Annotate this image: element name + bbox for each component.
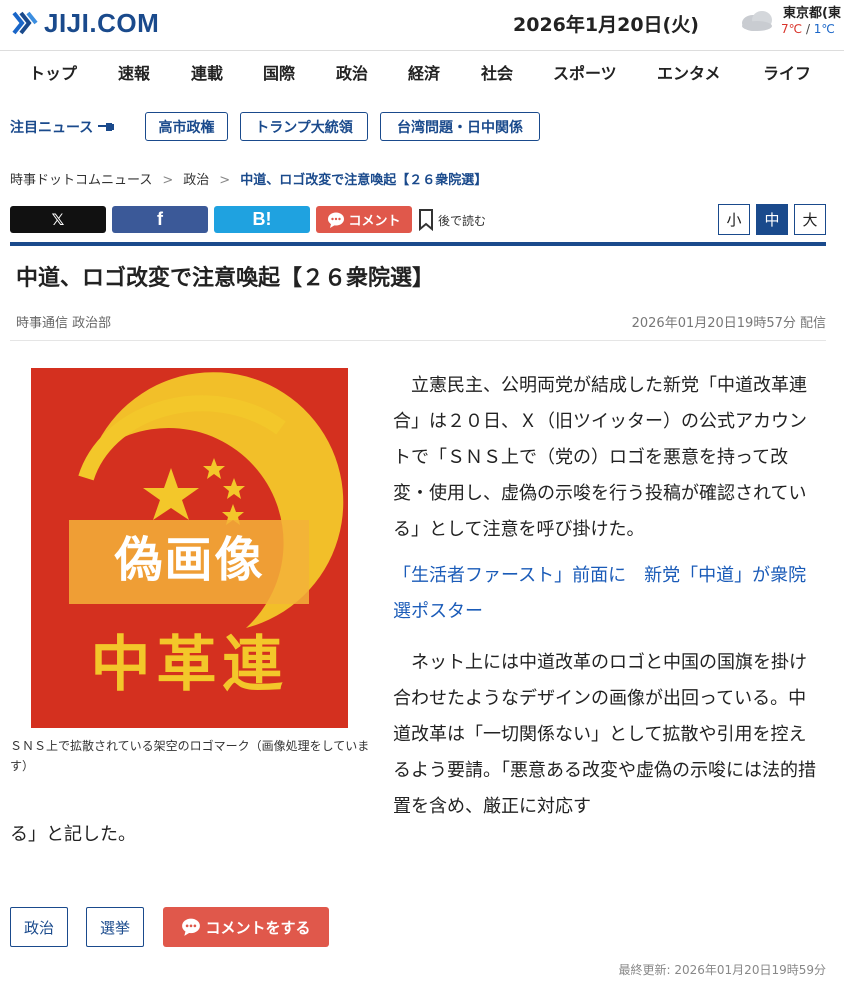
font-size-medium-button[interactable]: 中 xyxy=(756,204,788,235)
weather-city[interactable]: 東京都(東 xyxy=(783,2,841,21)
breadcrumb-home[interactable]: 時事ドットコムニュース xyxy=(10,173,152,188)
last-updated: 最終更新: 2026年01月20日19時59分 xyxy=(618,963,826,977)
jiji-logo-icon xyxy=(10,9,40,37)
read-later-label: 後で読む xyxy=(438,213,487,228)
nav-economy[interactable]: 経済 xyxy=(408,60,440,84)
site-logo[interactable]: JIJI.COM xyxy=(10,8,159,38)
article-paragraph-2: ネット上には中道改革のロゴと中国の国旗を掛け合わせたようなデザインの画像が出回っ… xyxy=(393,652,816,817)
article-published: 2026年01月20日19時57分 配信 xyxy=(631,316,826,331)
share-hatena-button[interactable]: B! xyxy=(214,206,310,233)
temp-low: 1℃ xyxy=(813,22,835,36)
header-divider xyxy=(10,242,826,246)
post-comment-label: コメントをする xyxy=(205,918,311,937)
post-comment-button[interactable]: コメントをする xyxy=(163,907,329,947)
article-photo[interactable]: 偽画像 中革連 xyxy=(31,368,348,728)
temp-separator: / xyxy=(802,22,814,36)
hatena-icon: B! xyxy=(252,209,272,229)
divider xyxy=(10,340,826,341)
breadcrumb-separator: > xyxy=(219,173,231,188)
share-facebook-button[interactable]: f xyxy=(112,206,208,233)
featured-news-text: 注目ニュース xyxy=(10,120,94,136)
nav-politics[interactable]: 政治 xyxy=(336,60,368,84)
nav-sports[interactable]: スポーツ xyxy=(553,60,617,84)
article-byline: 時事通信 政治部 xyxy=(16,316,112,331)
x-icon: 𝕏 xyxy=(51,210,65,229)
breadcrumb-politics[interactable]: 政治 xyxy=(183,173,209,188)
breadcrumb-current: 中道、ロゴ改変で注意喚起【２６衆院選】 xyxy=(240,173,488,188)
related-article-link[interactable]: 「生活者ファースト」前面に 新党「中道」が衆院選ポスター xyxy=(393,558,823,630)
breadcrumb: 時事ドットコムニュース > 政治 > 中道、ロゴ改変で注意喚起【２６衆院選】 xyxy=(10,169,487,188)
tag-taiwan[interactable]: 台湾問題・日中関係 xyxy=(380,112,540,141)
article-paragraph-1: 立憲民主、公明両党が結成した新党「中道改革連合」は２０日、Ｘ（旧ツイッター）の公… xyxy=(393,375,807,540)
weather-temperature: 7℃ / 1℃ xyxy=(781,22,835,36)
tag-trump[interactable]: トランプ大統領 xyxy=(240,112,368,141)
tag-politics[interactable]: 政治 xyxy=(10,907,68,947)
logo-text: JIJI.COM xyxy=(44,7,160,38)
cloud-icon xyxy=(739,8,775,32)
pointing-hand-icon xyxy=(98,123,115,131)
nav-breaking[interactable]: 速報 xyxy=(118,60,150,84)
header-date: 2026年1月20日(火) xyxy=(513,14,699,36)
font-size-small-button[interactable]: 小 xyxy=(718,204,750,235)
nav-series[interactable]: 連載 xyxy=(191,60,223,84)
photo-overlay-top: 偽画像 xyxy=(114,532,265,588)
featured-news-label: 注目ニュース xyxy=(10,117,116,137)
nav-international[interactable]: 国際 xyxy=(263,60,295,84)
nav-top[interactable]: トップ xyxy=(29,60,77,84)
breadcrumb-separator: > xyxy=(162,173,174,188)
comment-label: コメント xyxy=(348,214,401,229)
tag-election[interactable]: 選挙 xyxy=(86,907,144,947)
nav-life[interactable]: ライフ xyxy=(763,60,811,84)
bookmark-icon xyxy=(419,209,433,231)
speech-bubble-icon xyxy=(328,212,345,228)
font-size-large-button[interactable]: 大 xyxy=(794,204,826,235)
photo-overlay-bottom: 中革連 xyxy=(90,630,289,700)
speech-bubble-icon xyxy=(182,918,201,936)
share-x-button[interactable]: 𝕏 xyxy=(10,206,106,233)
main-nav: トップ 速報 連載 国際 政治 経済 社会 スポーツ エンタメ ライフ xyxy=(0,50,844,90)
nav-entertainment[interactable]: エンタメ xyxy=(657,60,721,84)
nav-society[interactable]: 社会 xyxy=(481,60,513,84)
read-later-button[interactable]: 後で読む xyxy=(418,207,486,233)
facebook-icon: f xyxy=(157,209,163,229)
comment-button[interactable]: コメント xyxy=(316,206,412,233)
photo-caption: ＳＮＳ上で拡散されている架空のロゴマーク（画像処理をしています） xyxy=(10,739,370,773)
temp-high: 7℃ xyxy=(781,22,803,36)
article-headline: 中道、ロゴ改変で注意喚起【２６衆院選】 xyxy=(16,266,435,291)
article-paragraph-2-tail: る」と記した。 xyxy=(10,824,136,845)
tag-takaichi[interactable]: 高市政権 xyxy=(145,112,228,141)
